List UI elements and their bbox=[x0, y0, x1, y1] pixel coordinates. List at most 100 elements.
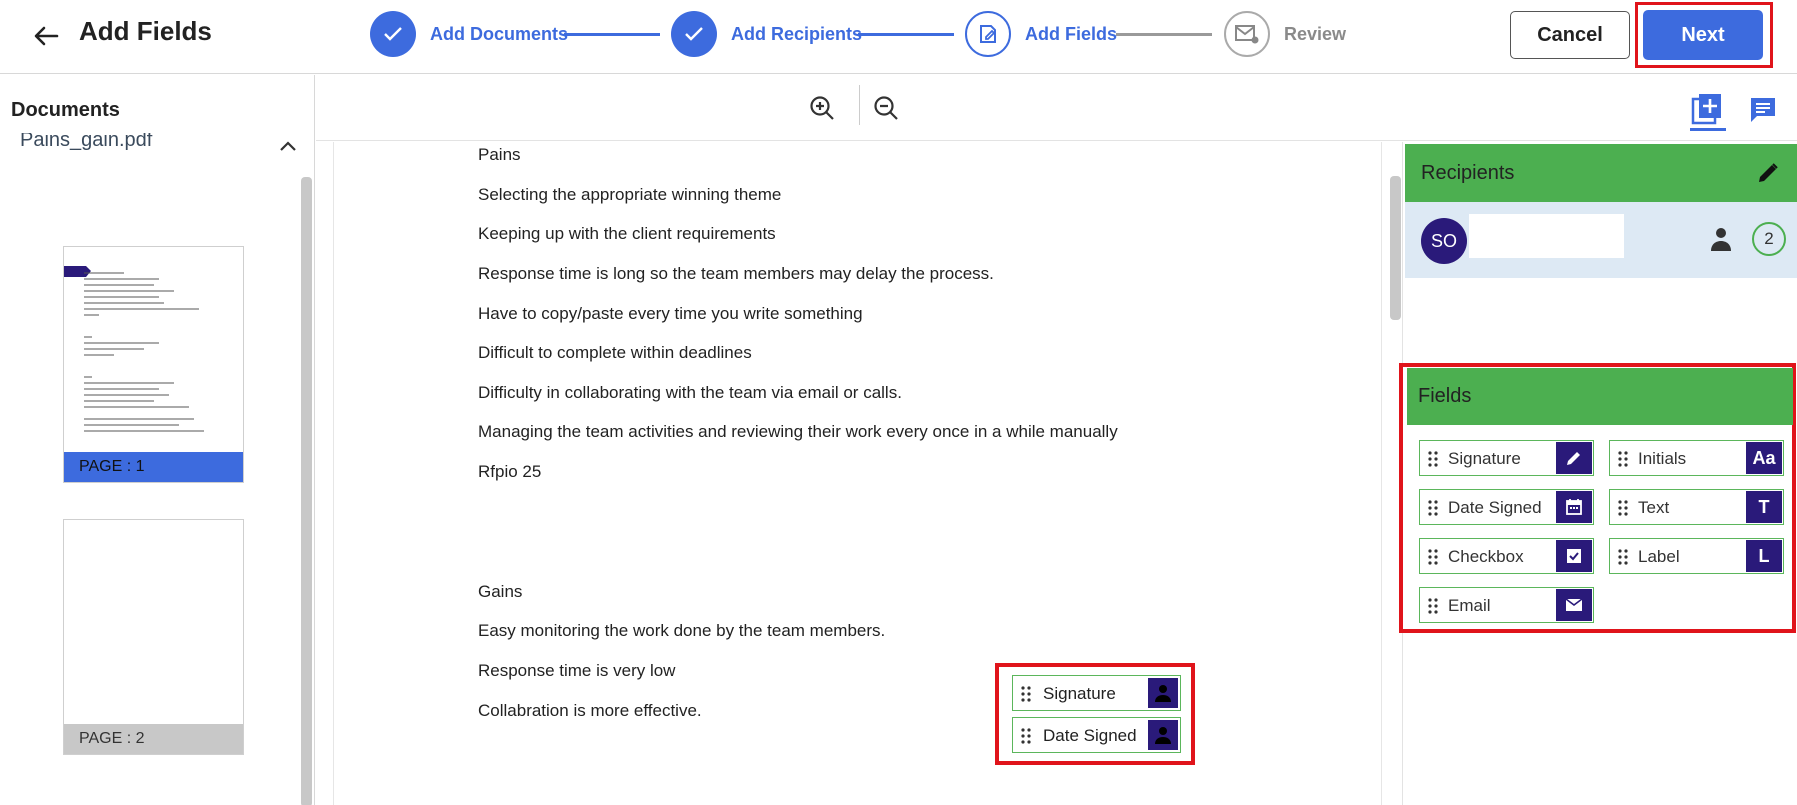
check-icon bbox=[370, 11, 416, 57]
recipient-row[interactable]: SO 2 bbox=[1405, 202, 1797, 278]
field-label: Signature bbox=[1448, 449, 1521, 468]
document-text-line: Selecting the appropriate winning theme bbox=[478, 185, 782, 204]
field-signature[interactable]: Signature bbox=[1419, 440, 1594, 476]
field-label: Date Signed bbox=[1043, 726, 1137, 745]
documents-scrollbar[interactable] bbox=[301, 177, 312, 805]
placed-date-signed-field[interactable]: Date Signed bbox=[1012, 717, 1181, 753]
field-checkbox[interactable]: Checkbox bbox=[1419, 538, 1594, 574]
drag-handle-icon bbox=[1021, 728, 1031, 744]
top-bar: Add Fields Add Documents Add Recipients … bbox=[0, 0, 1797, 74]
text-icon: T bbox=[1746, 491, 1782, 523]
drag-handle-icon bbox=[1618, 500, 1628, 516]
field-label: Label bbox=[1638, 547, 1680, 566]
comment-icon[interactable] bbox=[1748, 95, 1782, 127]
document-file-name: Pains_gain.pdf bbox=[20, 133, 153, 151]
cancel-button[interactable]: Cancel bbox=[1510, 11, 1630, 59]
toolbar-divider bbox=[859, 85, 860, 125]
document-text-line: Have to copy/paste every time you write … bbox=[478, 304, 863, 323]
mail-icon bbox=[1556, 589, 1592, 621]
document-file-row[interactable]: Pains_gain.pdf bbox=[18, 133, 303, 163]
document-text-line: Gains bbox=[478, 582, 523, 601]
field-initials[interactable]: Initials Aa bbox=[1609, 440, 1784, 476]
recipient-name-redacted bbox=[1469, 214, 1624, 258]
page-label: PAGE : 1 bbox=[64, 452, 243, 482]
drag-handle-icon bbox=[1618, 451, 1628, 467]
document-viewer[interactable]: Pains Selecting the appropriate winning … bbox=[316, 142, 1398, 805]
field-label: Checkbox bbox=[1448, 547, 1524, 566]
edit-document-icon bbox=[965, 11, 1011, 57]
step-add-fields[interactable]: Add Fields bbox=[965, 11, 1117, 57]
page-thumbnail-2[interactable]: PAGE : 2 bbox=[63, 519, 244, 755]
document-page: Pains Selecting the appropriate winning … bbox=[333, 142, 1382, 805]
fields-header: Fields bbox=[1407, 368, 1793, 425]
field-label: Email bbox=[1448, 596, 1491, 615]
drag-handle-icon bbox=[1428, 451, 1438, 467]
page-preview bbox=[64, 266, 204, 432]
step-label: Add Documents bbox=[430, 23, 569, 44]
mail-settings-icon bbox=[1224, 11, 1270, 57]
step-add-documents[interactable]: Add Documents bbox=[370, 11, 568, 57]
recipients-header: Recipients bbox=[1405, 144, 1797, 202]
step-label: Add Fields bbox=[1025, 23, 1118, 44]
initials-icon: Aa bbox=[1746, 442, 1782, 474]
step-review[interactable]: Review bbox=[1224, 11, 1346, 57]
checkbox-icon bbox=[1556, 540, 1592, 572]
drag-handle-icon bbox=[1428, 598, 1438, 614]
next-button[interactable]: Next bbox=[1643, 10, 1763, 60]
document-toolbar bbox=[316, 75, 1797, 141]
zoom-out-icon[interactable] bbox=[872, 94, 900, 122]
drag-handle-icon bbox=[1428, 500, 1438, 516]
field-label: Text bbox=[1638, 498, 1670, 517]
documents-panel: Documents Pains_gain.pdf PAGE : 1 PAGE:… bbox=[0, 75, 315, 805]
back-arrow-icon[interactable] bbox=[28, 18, 64, 54]
page-title: Add Fields bbox=[79, 16, 212, 46]
calendar-icon bbox=[1556, 491, 1592, 523]
document-scrollbar[interactable] bbox=[1390, 176, 1401, 320]
add-field-tool-icon[interactable] bbox=[1690, 93, 1730, 131]
field-text[interactable]: Text T bbox=[1609, 489, 1784, 525]
avatar: SO bbox=[1421, 218, 1467, 264]
document-text-line: Managing the team activities and reviewi… bbox=[478, 422, 1118, 441]
step-connector bbox=[564, 33, 660, 36]
field-label: Date Signed bbox=[1448, 498, 1542, 517]
documents-title: Documents bbox=[11, 99, 120, 121]
step-label: Review bbox=[1284, 23, 1347, 44]
page-thumbnail-1[interactable]: PAGE : 1 bbox=[63, 246, 244, 483]
step-connector bbox=[858, 33, 954, 36]
person-icon bbox=[1711, 228, 1731, 251]
field-email[interactable]: Email bbox=[1419, 587, 1594, 623]
document-text-line: Response time is very low bbox=[478, 661, 676, 680]
field-label-item[interactable]: Label L bbox=[1609, 538, 1784, 574]
document-text-line: Rfpio 25 bbox=[478, 462, 542, 481]
placed-signature-field[interactable]: Signature bbox=[1012, 675, 1181, 711]
recipient-field-count-badge: 2 bbox=[1752, 222, 1786, 256]
drag-handle-icon bbox=[1021, 686, 1031, 702]
document-text-line: Keeping up with the client requirements bbox=[478, 224, 776, 243]
person-icon bbox=[1148, 720, 1178, 750]
step-connector bbox=[1116, 33, 1212, 36]
field-label: Signature bbox=[1043, 684, 1116, 703]
recipients-title: Recipients bbox=[1421, 162, 1515, 184]
document-text-line: Easy monitoring the work done by the tea… bbox=[478, 621, 886, 640]
field-label: Initials bbox=[1638, 449, 1687, 468]
document-text-line: Collabration is more effective. bbox=[478, 701, 702, 720]
check-icon bbox=[671, 11, 717, 57]
document-text-line: Difficult to complete within deadlines bbox=[478, 343, 752, 362]
drag-handle-icon bbox=[1618, 549, 1628, 565]
zoom-in-icon[interactable] bbox=[808, 94, 836, 122]
person-icon bbox=[1148, 678, 1178, 708]
page-label: PAGE : 2 bbox=[64, 724, 243, 754]
field-date-signed[interactable]: Date Signed bbox=[1419, 489, 1594, 525]
label-icon: L bbox=[1746, 540, 1782, 572]
step-add-recipients[interactable]: Add Recipients bbox=[671, 11, 862, 57]
document-text-line: Response time is long so the team member… bbox=[478, 264, 994, 283]
pencil-icon[interactable] bbox=[1756, 161, 1780, 185]
pen-icon bbox=[1556, 442, 1592, 474]
document-text-line: Difficulty in collaborating with the tea… bbox=[478, 383, 902, 402]
document-text-line: Pains bbox=[478, 145, 521, 164]
drag-handle-icon bbox=[1428, 549, 1438, 565]
step-label: Add Recipients bbox=[731, 23, 863, 44]
fields-title: Fields bbox=[1418, 385, 1472, 407]
chevron-up-icon[interactable] bbox=[278, 139, 302, 159]
active-tab-indicator bbox=[1690, 128, 1726, 131]
